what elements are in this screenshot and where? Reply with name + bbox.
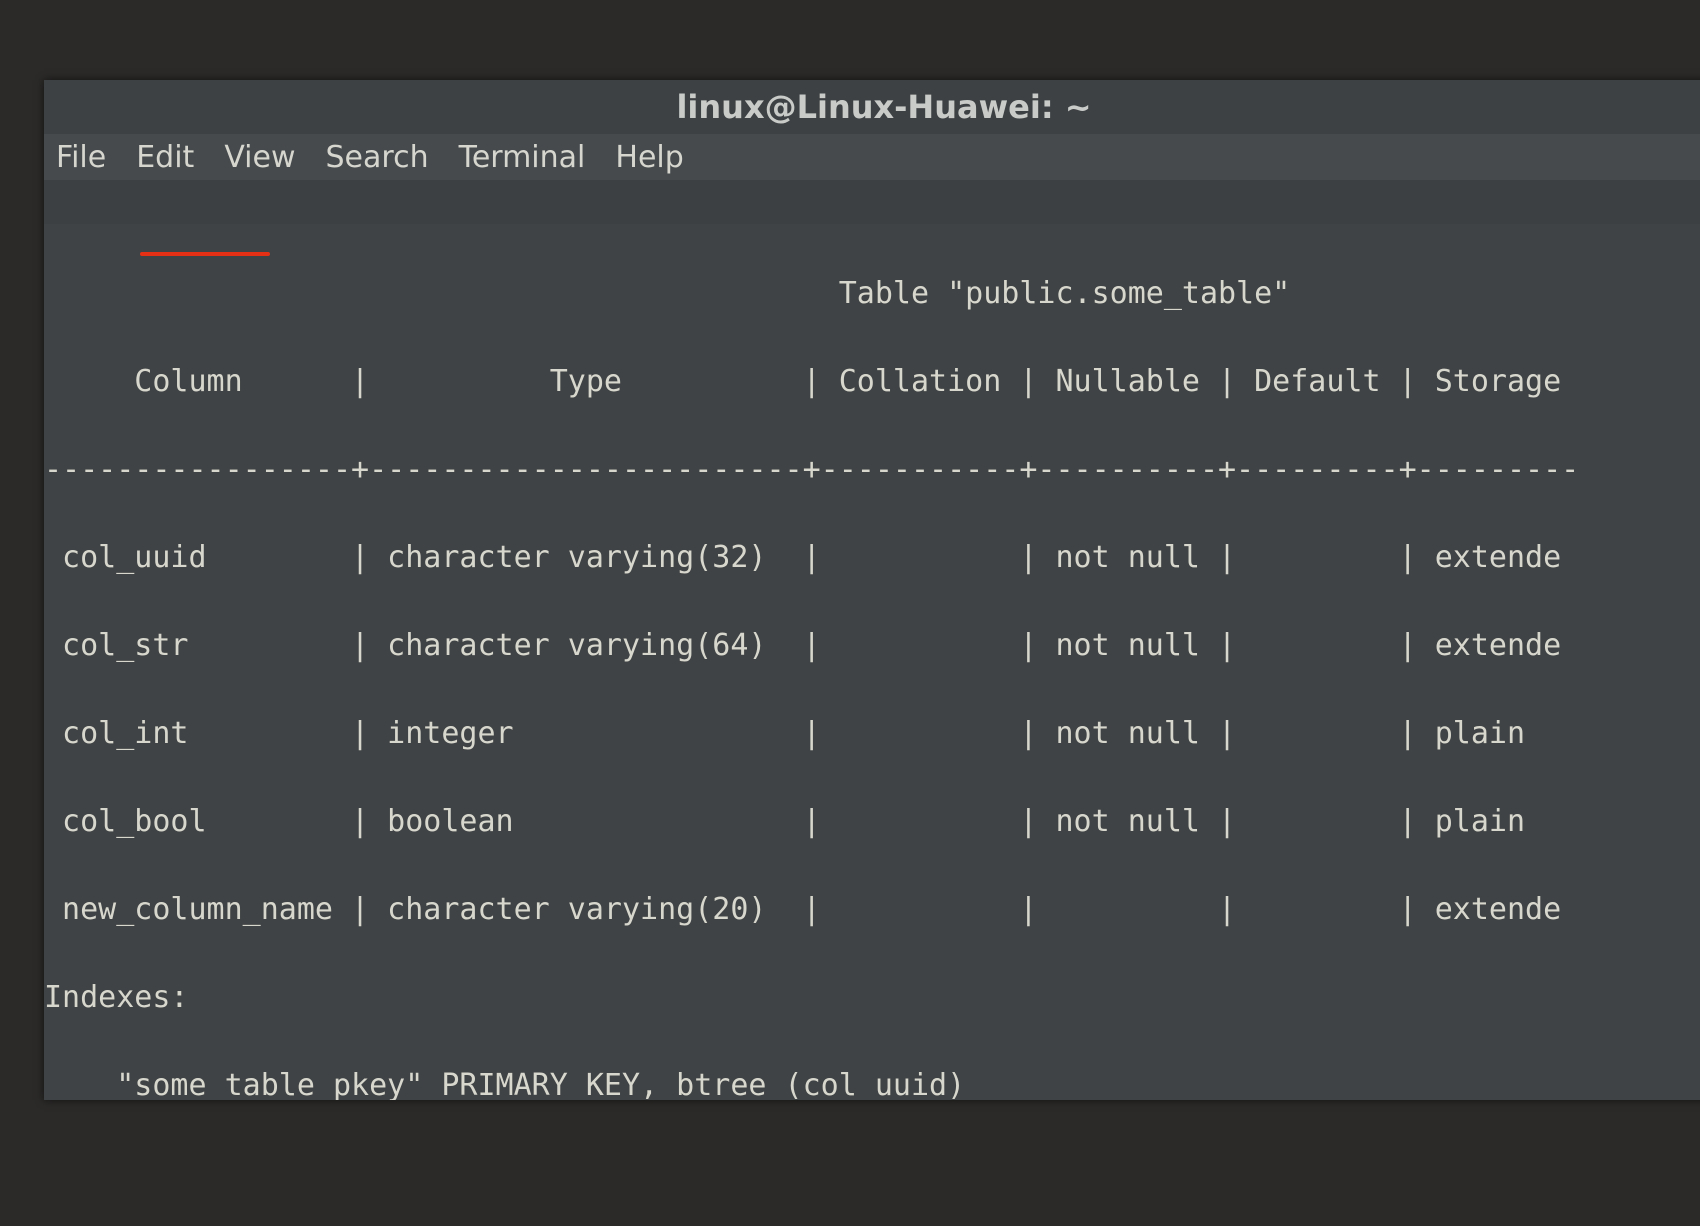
terminal-content[interactable]: Table "public.some_table" Column | Type … [44, 180, 1700, 1100]
table-separator: -----------------+----------------------… [44, 448, 1700, 492]
menu-terminal[interactable]: Terminal [459, 140, 586, 175]
table-row: new_column_name | character varying(20) … [44, 888, 1700, 932]
table-row: col_int | integer | | not null | | plain [44, 712, 1700, 756]
menu-view[interactable]: View [224, 140, 295, 175]
table-title: Table "public.some_table" [44, 272, 1700, 316]
table-row: col_bool | boolean | | not null | | plai… [44, 800, 1700, 844]
psql-output-block: Table "public.some_table" Column | Type … [44, 224, 1700, 1100]
terminal-window: linux@Linux-Huawei: ~ File Edit View Sea… [44, 80, 1700, 1100]
menu-help[interactable]: Help [615, 140, 683, 175]
menu-file[interactable]: File [56, 140, 106, 175]
indexes-label: Indexes: [44, 976, 1700, 1020]
menu-edit[interactable]: Edit [136, 140, 194, 175]
menubar: File Edit View Search Terminal Help [44, 134, 1700, 180]
index-line: "some_table_pkey" PRIMARY KEY, btree (co… [44, 1064, 1700, 1100]
table-row: col_str | character varying(64) | | not … [44, 624, 1700, 668]
table-header: Column | Type | Collation | Nullable | D… [44, 360, 1700, 404]
window-title: linux@Linux-Huawei: ~ [676, 88, 1091, 126]
column-header-underline [140, 252, 270, 256]
table-row: col_uuid | character varying(32) | | not… [44, 536, 1700, 580]
menu-search[interactable]: Search [326, 140, 429, 175]
titlebar: linux@Linux-Huawei: ~ [44, 80, 1700, 134]
